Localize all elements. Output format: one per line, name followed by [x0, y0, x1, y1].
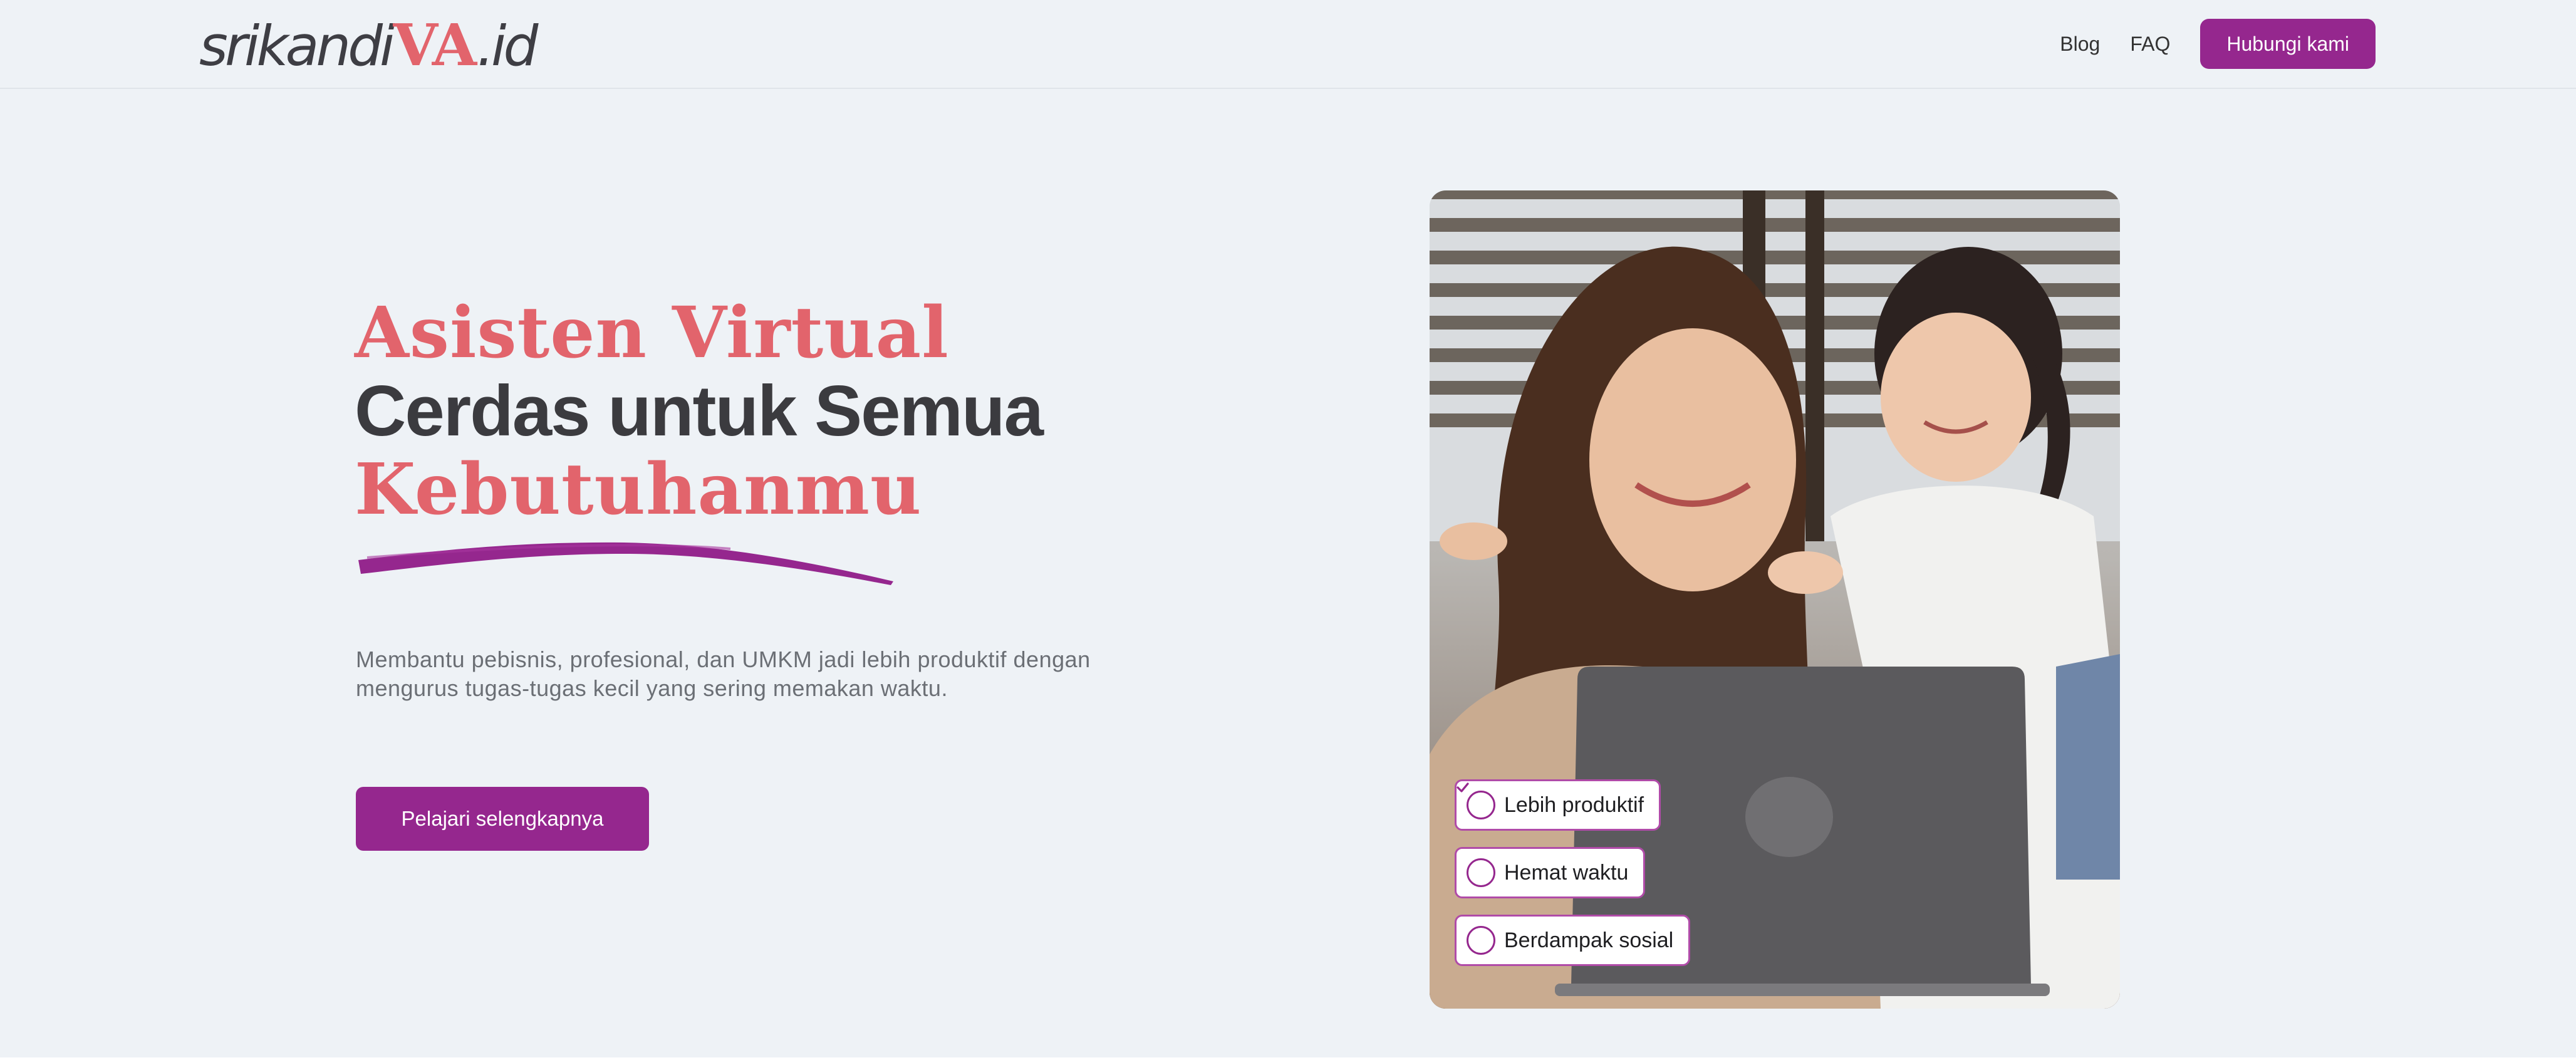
benefit-label: Berdampak sosial — [1504, 928, 1674, 952]
benefit-label: Lebih produktif — [1504, 792, 1644, 817]
nav-link-blog[interactable]: Blog — [2060, 33, 2100, 56]
benefit-label: Hemat waktu — [1504, 860, 1629, 885]
hero-description: Membantu pebisnis, profesional, dan UMKM… — [356, 647, 1091, 701]
check-icon — [1457, 782, 1495, 887]
hero-title-line-1: Asisten Virtual — [355, 292, 949, 374]
contact-button[interactable]: Hubungi kami — [2200, 19, 2376, 69]
check-icon — [1457, 782, 1495, 955]
benefit-item-productive: Lebih produktif — [1455, 779, 1661, 831]
hero-title-line-2: Cerdas untuk Semua — [355, 372, 1044, 451]
hero-photo: Lebih produktif Hemat waktu Berdampak so… — [1430, 190, 2120, 1009]
logo-va: VA — [393, 11, 477, 79]
brand-logo[interactable]: srikandi VA .id — [199, 11, 538, 80]
benefit-item-social-impact: Berdampak sosial — [1455, 782, 1691, 966]
benefit-item-time-saving: Hemat waktu — [1455, 782, 1646, 898]
logo-suffix: .id — [477, 14, 538, 78]
nav-link-faq[interactable]: FAQ — [2130, 33, 2170, 56]
benefit-list: Lebih produktif Hemat waktu Berdampak so… — [1455, 779, 1691, 966]
hero-title-line-3: Kebutuhanmu — [355, 449, 922, 531]
navbar: srikandi VA .id Blog FAQ Hubungi kami — [0, 0, 2576, 89]
section-divider — [0, 1057, 2576, 1060]
hero-title: Asisten Virtual Cerdas untuk Semua Kebut… — [355, 294, 1169, 529]
brush-underline — [358, 542, 893, 585]
learn-more-button[interactable]: Pelajari selengkapnya — [356, 787, 649, 851]
logo-prefix: srikandi — [199, 14, 395, 78]
nav-links: Blog FAQ Hubungi kami — [2060, 19, 2376, 69]
